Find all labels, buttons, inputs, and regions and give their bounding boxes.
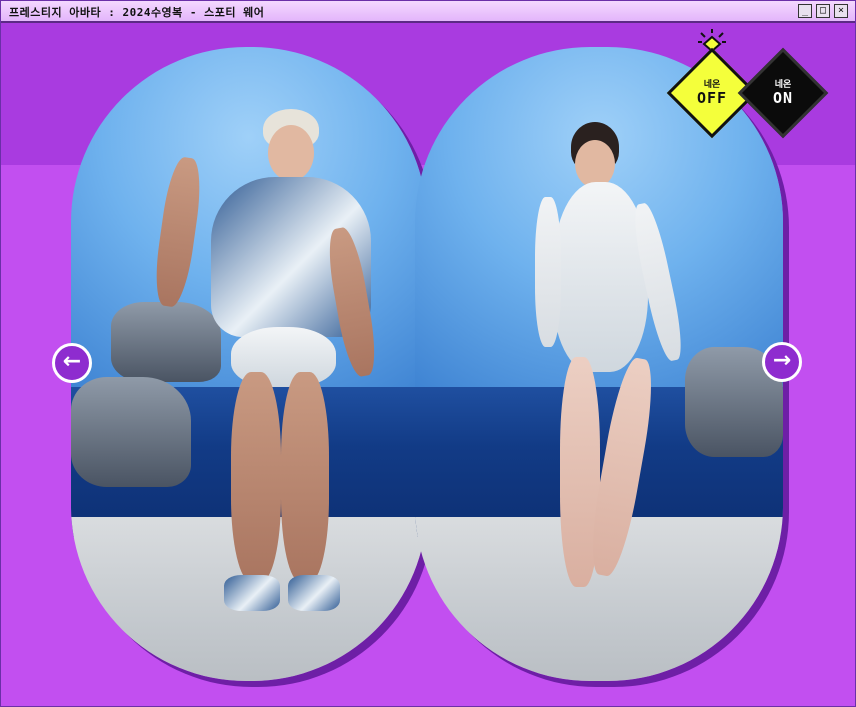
female-avatar-preview — [415, 47, 783, 681]
male-avatar-preview — [71, 47, 427, 681]
neon-on-label[interactable]: 네온 ON — [751, 80, 815, 106]
title-bar[interactable]: 프레스티지 아바타 : 2024수영복 - 스포티 웨어 _ □ × — [1, 1, 855, 23]
neon-off-label[interactable]: 네온 OFF — [680, 80, 744, 106]
next-arrow-button[interactable]: → — [762, 342, 802, 382]
previous-arrow-button[interactable]: ← — [52, 343, 92, 383]
female-avatar-image — [535, 122, 705, 642]
close-button[interactable]: × — [834, 4, 848, 18]
maximize-button[interactable]: □ — [816, 4, 830, 18]
app-window: 프레스티지 아바타 : 2024수영복 - 스포티 웨어 _ □ × ← → 네… — [0, 0, 856, 707]
minimize-button[interactable]: _ — [798, 4, 812, 18]
male-avatar-image — [150, 107, 386, 627]
window-title: 프레스티지 아바타 : 2024수영복 - 스포티 웨어 — [9, 6, 265, 19]
